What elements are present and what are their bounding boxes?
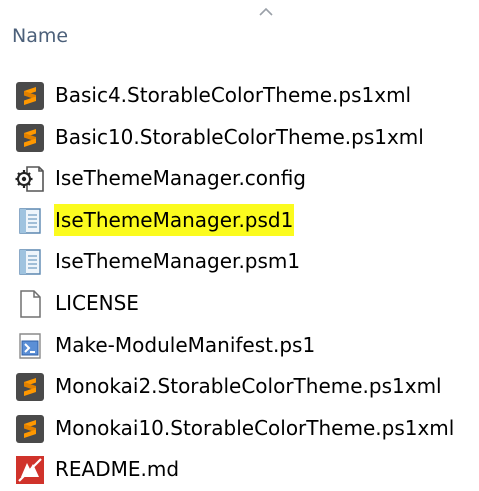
text-document-icon	[15, 206, 45, 236]
file-name: Basic10.StorableColorTheme.ps1xml	[55, 124, 424, 149]
file-name: Monokai10.StorableColorTheme.ps1xml	[55, 415, 455, 440]
file-name: IseThemeManager.psd1	[54, 203, 295, 236]
file-row[interactable]: Basic10.StorableColorTheme.ps1xml	[0, 117, 479, 159]
file-name: IseThemeManager.config	[55, 166, 306, 191]
file-row[interactable]: Basic4.StorableColorTheme.ps1xml	[0, 75, 479, 117]
sublime-text-icon	[15, 372, 45, 402]
file-row[interactable]: IseThemeManager.psm1	[0, 241, 479, 283]
config-file-icon	[15, 164, 45, 194]
file-row[interactable]: Monokai10.StorableColorTheme.ps1xml	[0, 408, 479, 450]
sublime-text-icon	[15, 414, 45, 444]
file-list-view: Name Basic4.StorableColorTheme.ps1xml Ba…	[0, 0, 479, 485]
file-name: Make-ModuleManifest.ps1	[55, 332, 316, 357]
blank-file-icon	[15, 289, 45, 319]
file-name: Basic4.StorableColorTheme.ps1xml	[55, 83, 412, 107]
markdown-editor-icon	[15, 455, 45, 485]
text-document-icon	[15, 247, 45, 277]
script-file-icon	[15, 331, 45, 361]
file-row[interactable]: Make-ModuleManifest.ps1	[0, 325, 479, 367]
chevron-up-icon[interactable]	[256, 6, 276, 18]
file-row[interactable]: IseThemeManager.psd1	[0, 200, 479, 242]
file-name: README.md	[55, 457, 180, 482]
file-row[interactable]: IseThemeManager.config	[0, 158, 479, 200]
column-header-name[interactable]: Name	[12, 22, 68, 50]
sublime-text-icon	[15, 81, 45, 111]
file-list: Basic4.StorableColorTheme.ps1xml Basic10…	[0, 75, 479, 491]
file-row[interactable]: Monokai2.StorableColorTheme.ps1xml	[0, 366, 479, 408]
sublime-text-icon	[15, 123, 45, 153]
file-name: LICENSE	[55, 290, 139, 315]
file-row[interactable]: LICENSE	[0, 283, 479, 325]
file-name: Monokai2.StorableColorTheme.ps1xml	[55, 374, 442, 399]
file-name: IseThemeManager.psm1	[55, 249, 301, 274]
